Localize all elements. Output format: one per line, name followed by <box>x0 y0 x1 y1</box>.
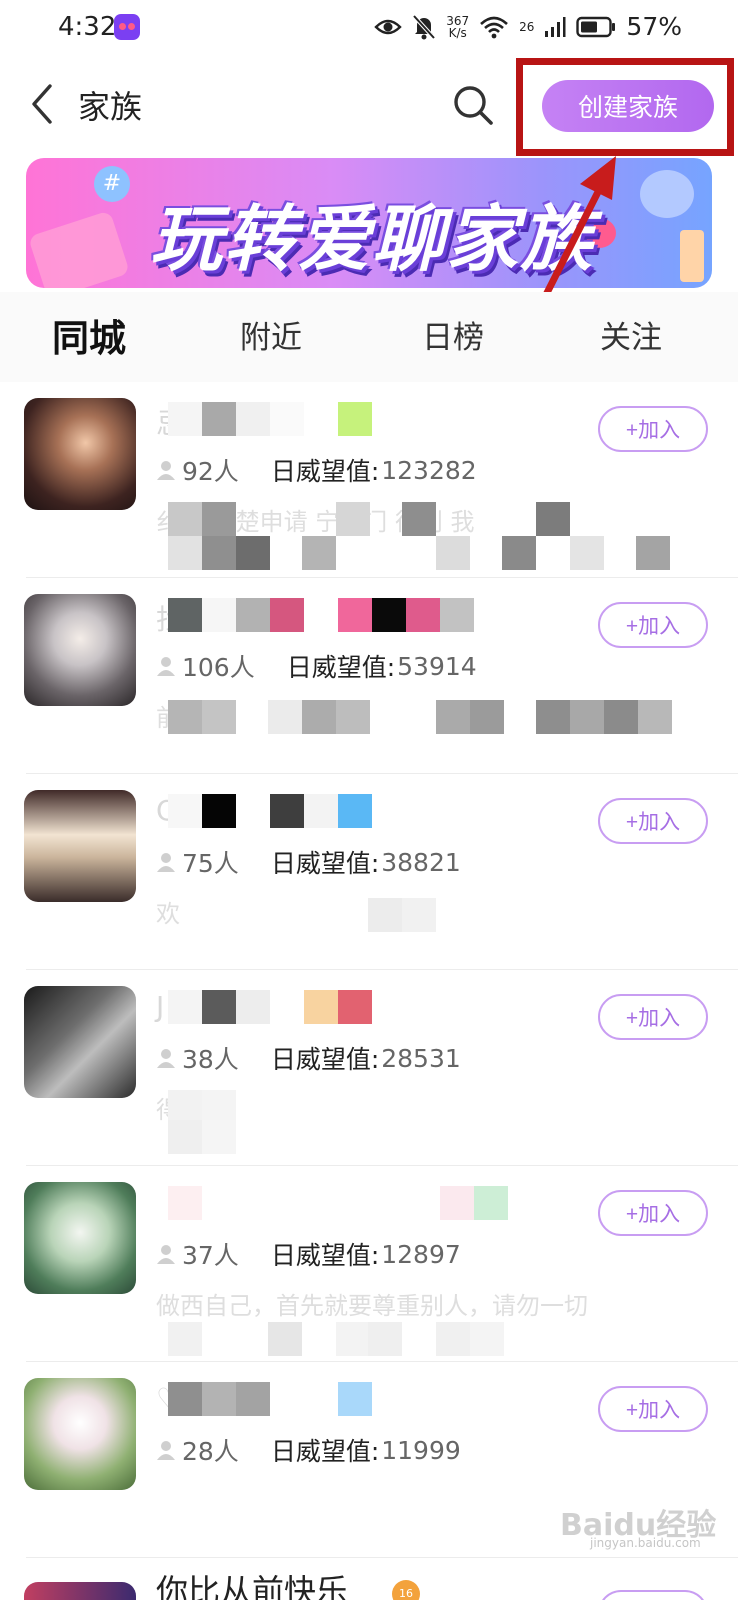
member-count: 75人 <box>182 849 239 878</box>
page-title: 家族 <box>78 88 143 126</box>
create-family-button[interactable]: 创建家族 <box>542 80 714 132</box>
weiwang-value: 53914 <box>397 651 477 681</box>
join-button[interactable]: +加入 <box>598 994 708 1040</box>
app-notification-icon <box>114 14 140 40</box>
family-name: 你比从前快乐 <box>156 1572 349 1600</box>
gift-decoration <box>680 230 704 282</box>
filter-tabs: 同城 附近 日榜 关注 <box>0 292 738 382</box>
weiwang-value: 38821 <box>381 847 461 877</box>
battery-icon <box>576 16 616 37</box>
family-name-mosaic <box>168 990 372 1024</box>
join-button[interactable]: +加入 <box>598 1190 708 1236</box>
family-row[interactable]: 找 106人 日威望值: 53914 前 +加入 <box>0 578 738 774</box>
weiwang-label: 日威望值: <box>270 1045 380 1074</box>
family-description: 前 <box>156 698 696 768</box>
family-stats: 106人 日威望值: 53914 <box>156 648 477 684</box>
search-icon[interactable] <box>452 84 494 126</box>
family-row[interactable]: 忌 92人 日威望值: 123282 纟 看清楚申请 宁开门 征别 我 +加入 <box>0 382 738 578</box>
status-icons: 367 K/s 26 57% <box>374 12 682 41</box>
weiwang-label: 日威望值: <box>270 849 380 878</box>
weiwang-label: 日威望值: <box>270 1437 380 1466</box>
eye-icon <box>374 19 402 34</box>
mute-bell-icon <box>412 14 436 39</box>
join-button[interactable]: +加入 <box>598 798 708 844</box>
weiwang-label: 日威望值: <box>270 457 380 486</box>
weiwang-value: 28531 <box>381 1043 461 1073</box>
family-name-mosaic <box>168 598 474 632</box>
weiwang-label: 日威望值: <box>270 1241 380 1270</box>
family-row[interactable]: J 38人 日威望值: 28531 得 +加入 <box>0 970 738 1166</box>
weiwang-value: 123282 <box>381 455 477 485</box>
person-icon <box>157 1441 175 1460</box>
family-avatar <box>24 790 136 902</box>
wifi-icon <box>480 16 509 38</box>
weiwang-value: 12897 <box>381 1239 461 1269</box>
member-count: 37人 <box>182 1241 239 1270</box>
weiwang-label: 日威望值: <box>286 653 396 682</box>
family-description: 得 <box>156 1090 696 1160</box>
family-name-mosaic <box>168 1186 508 1220</box>
person-icon <box>157 657 175 676</box>
family-stats: 37人 日威望值: 12897 <box>156 1236 461 1272</box>
back-arrow-icon[interactable] <box>22 82 62 126</box>
level-badge: 16 <box>392 1580 420 1600</box>
family-row[interactable]: 37人 日威望值: 12897 做西自己，首先就要尊重别人，请勿一切 +加入 <box>0 1166 738 1362</box>
family-name-mosaic <box>168 794 372 828</box>
family-description: 纟 看清楚申请 宁开门 征别 我 <box>156 502 696 572</box>
member-count: 106人 <box>182 653 255 682</box>
member-count: 38人 <box>182 1045 239 1074</box>
person-icon <box>157 461 175 480</box>
top-nav: 家族 创建家族 <box>0 58 738 156</box>
family-row-partial[interactable]: 你比从前快乐 16 <box>0 1562 738 1600</box>
family-stats: 38人 日威望值: 28531 <box>156 1040 461 1076</box>
join-button[interactable]: +加入 <box>598 406 708 452</box>
family-avatar <box>24 986 136 1098</box>
promo-banner[interactable]: # 玩转爱聊家族 <box>26 158 712 288</box>
family-stats: 28人 日威望值: 11999 <box>156 1432 461 1468</box>
family-avatar <box>24 1378 136 1490</box>
family-description: 欢 <box>156 894 696 964</box>
person-icon <box>157 1049 175 1068</box>
join-button[interactable]: +加入 <box>598 602 708 648</box>
signal-label: 26 <box>519 19 535 34</box>
tab-fujin[interactable]: 附近 <box>240 312 302 357</box>
row-divider <box>26 1557 738 1558</box>
family-description: 做西自己，首先就要尊重别人，请勿一切 <box>156 1286 696 1356</box>
banner-headline: 玩转爱聊家族 <box>150 197 595 281</box>
member-count: 92人 <box>182 457 239 486</box>
watermark-url: jingyan.baidu.com <box>590 1536 701 1550</box>
signal-icon <box>545 16 566 37</box>
person-icon <box>157 853 175 872</box>
hashtag-icon: # <box>94 166 130 202</box>
battery-percent: 57% <box>626 12 682 41</box>
family-name-mosaic <box>168 402 372 436</box>
status-time: 4:32 <box>58 12 117 42</box>
family-avatar <box>24 1582 136 1600</box>
join-button[interactable] <box>598 1590 708 1600</box>
family-stats: 92人 日威望值: 123282 <box>156 452 477 488</box>
family-name-mosaic <box>168 1382 372 1416</box>
family-avatar <box>24 398 136 510</box>
family-row[interactable]: Q 75人 日威望值: 38821 欢 +加入 <box>0 774 738 970</box>
tab-ribang[interactable]: 日榜 <box>422 312 484 357</box>
join-button[interactable]: +加入 <box>598 1386 708 1432</box>
status-bar: 4:32 367 K/s 26 57% <box>0 0 738 60</box>
weiwang-value: 11999 <box>381 1435 461 1465</box>
family-name-blurred: J <box>156 990 165 1023</box>
person-icon <box>157 1245 175 1264</box>
book-decoration <box>27 210 131 288</box>
family-avatar <box>24 1182 136 1294</box>
tab-tongcheng[interactable]: 同城 <box>52 308 132 362</box>
chat-bubble-icon <box>640 170 694 218</box>
tab-guanzhu[interactable]: 关注 <box>600 312 662 357</box>
net-speed: 367 K/s <box>446 13 470 40</box>
family-stats: 75人 日威望值: 38821 <box>156 844 461 880</box>
family-avatar <box>24 594 136 706</box>
member-count: 28人 <box>182 1437 239 1466</box>
